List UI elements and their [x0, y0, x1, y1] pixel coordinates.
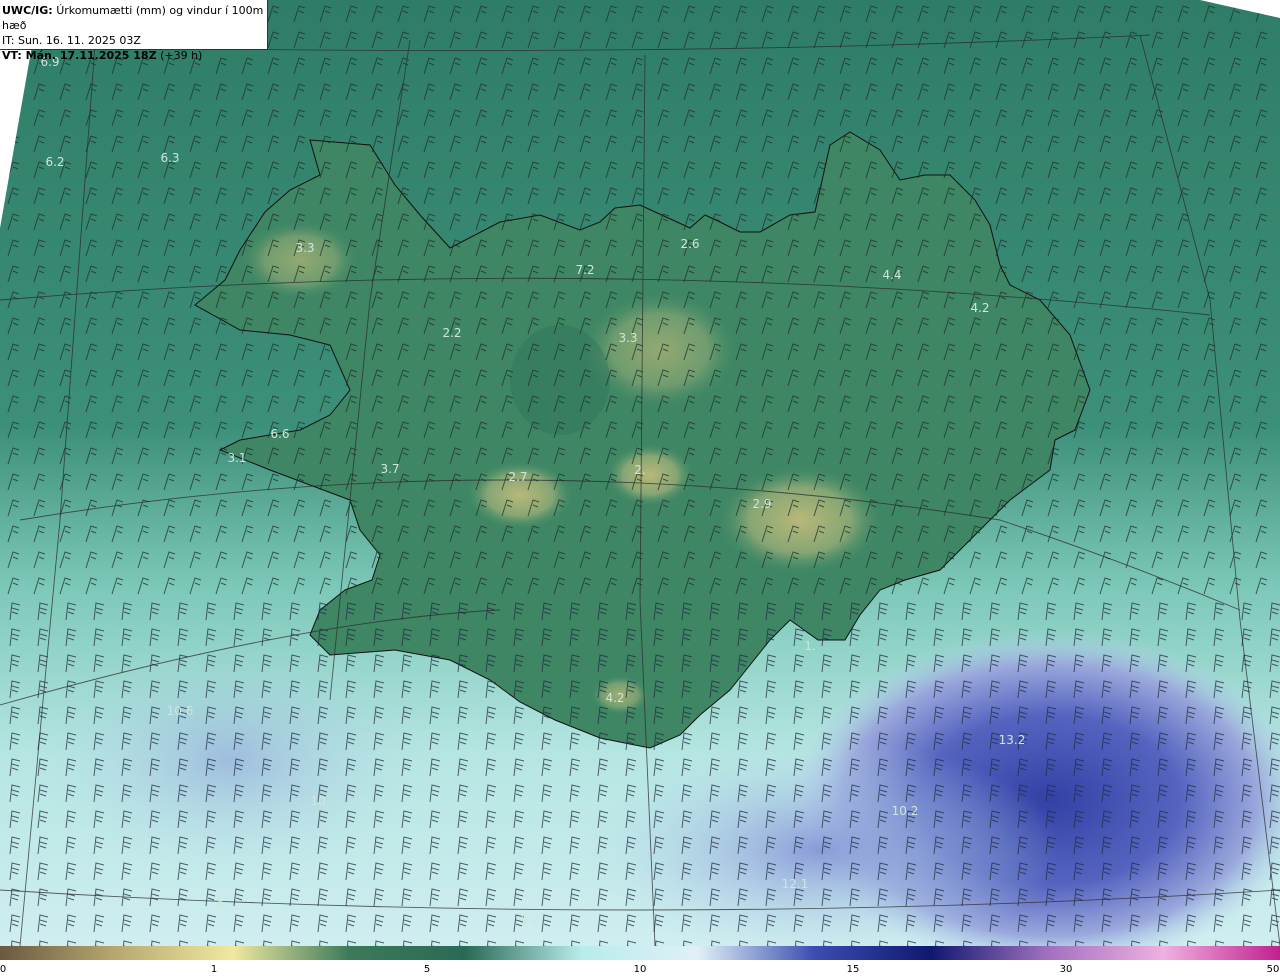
map-header: UWC/IG: Úrkomumætti (mm) og vindur í 100… — [0, 0, 268, 62]
value-label: 2.2 — [442, 326, 461, 340]
value-label: 2.6 — [680, 237, 699, 251]
value-label: 12.1 — [782, 877, 809, 891]
value-label: 2.9 — [752, 497, 771, 511]
value-label: 3.7 — [380, 462, 399, 476]
value-label: 4.4 — [882, 268, 901, 282]
value-label: 10.6 — [167, 704, 194, 718]
value-label: 4.2 — [970, 301, 989, 315]
value-label: 8. — [216, 895, 227, 909]
legend-tick: 15 — [846, 964, 860, 975]
value-label: 10. — [310, 794, 329, 808]
legend-tick: 10 — [633, 964, 647, 975]
legend-tick: 50 — [1266, 964, 1280, 975]
value-label: 3.3 — [295, 241, 314, 255]
precipitation-wind-map: 6.96.2 6.33.37.22.64.44.23.32.26.63.13.72… — [0, 0, 1280, 946]
legend-color-bar — [0, 946, 1280, 960]
value-label: 10.2 — [892, 804, 919, 818]
value-label: 7.2 — [575, 263, 594, 277]
value-label: 6.2 — [45, 155, 64, 169]
legend-tick: 1 — [210, 964, 218, 975]
forecast-offset: (+39 h) — [160, 49, 203, 62]
legend-tick: 0 — [0, 964, 7, 975]
value-label: 6.3 — [160, 151, 179, 165]
value-label: 2. — [634, 463, 645, 477]
value-label: 2.7 — [508, 470, 527, 484]
color-legend: 0 1 5 10 15 30 50 — [0, 946, 1280, 978]
value-label: 13.2 — [999, 733, 1026, 747]
legend-tick: 30 — [1059, 964, 1073, 975]
value-label: 4.2 — [605, 691, 624, 705]
model-name: UWC/IG: — [2, 4, 53, 17]
value-label: 6.6 — [270, 427, 289, 441]
legend-tick: 5 — [423, 964, 431, 975]
value-label: 9.2 — [520, 913, 539, 927]
initial-time: IT: Sun. 16. 11. 2025 03Z — [2, 34, 141, 47]
value-label: 3.1 — [227, 451, 246, 465]
value-label: 1. — [804, 639, 815, 653]
value-label: 3.3 — [618, 331, 637, 345]
valid-time: VT: Mán. 17.11.2025 18Z — [2, 49, 157, 62]
